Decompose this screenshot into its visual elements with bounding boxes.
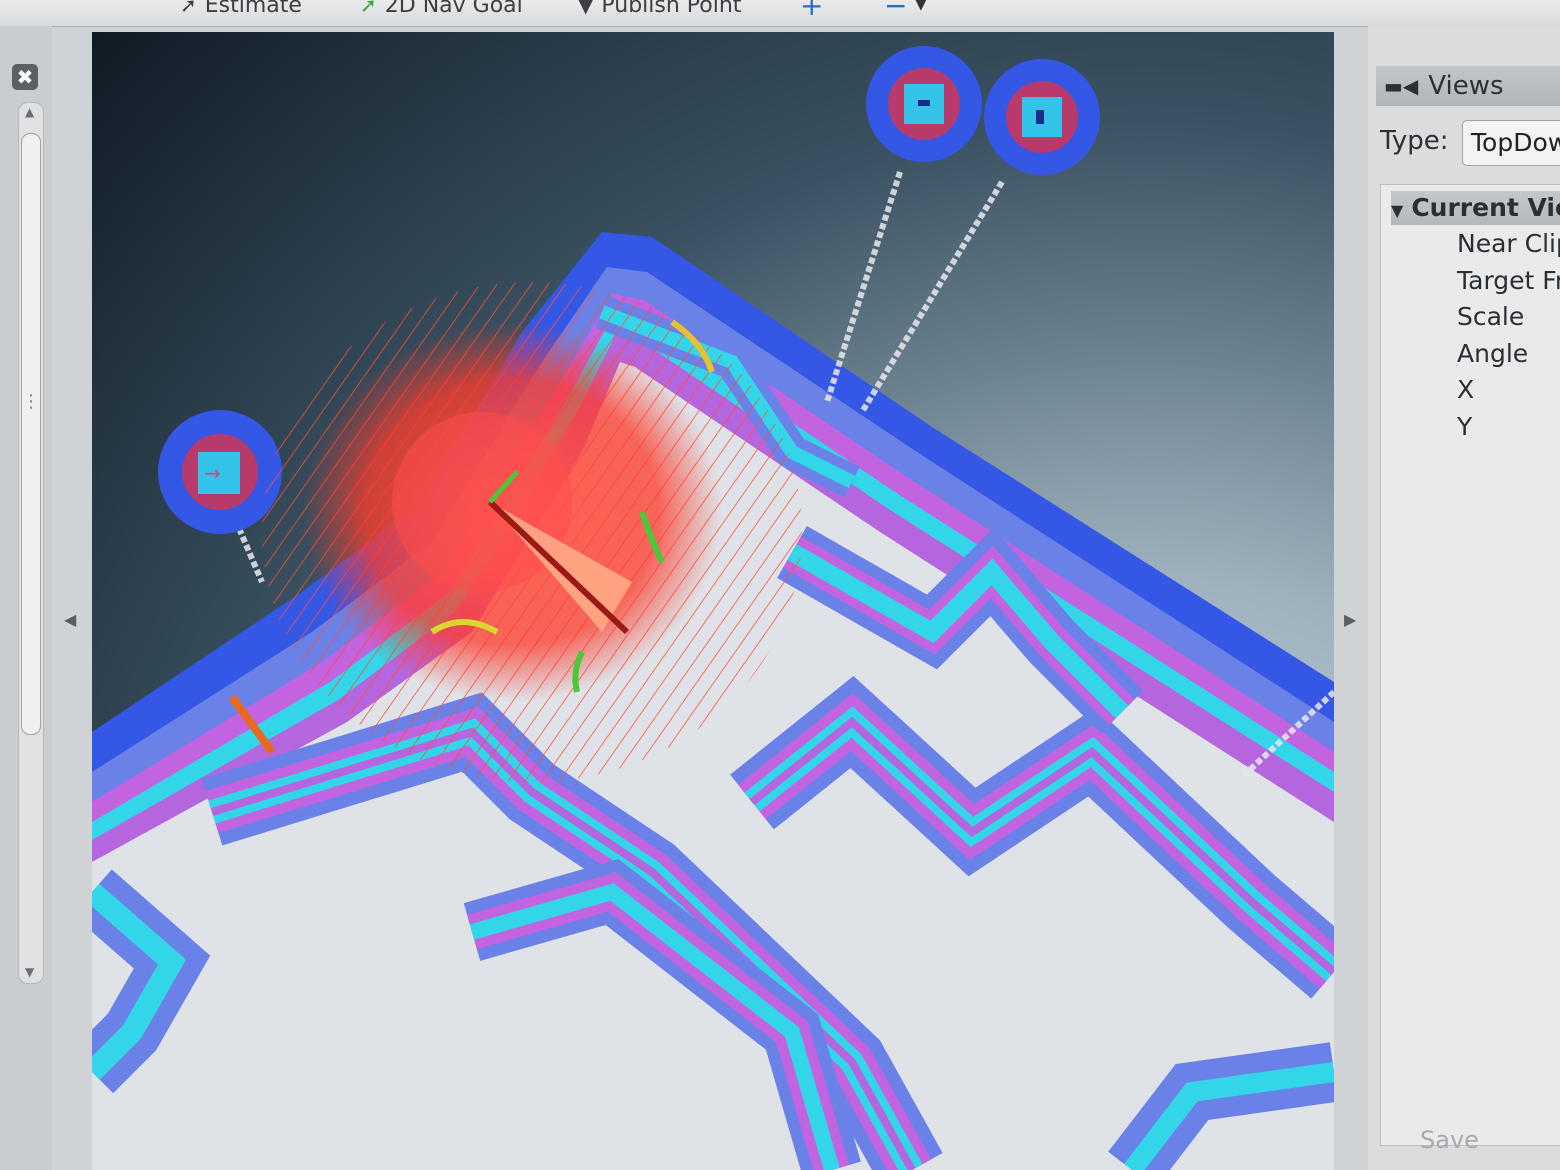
- current-view-label: Current View: [1411, 193, 1560, 222]
- displays-panel-collapsed: ✖ ▲ ▼ ⋮: [0, 26, 52, 1170]
- current-view-row[interactable]: ▼ Current View: [1391, 191, 1560, 225]
- property-near-clip[interactable]: Near Clip: [1457, 229, 1560, 258]
- nav-goal-tool-button[interactable]: ➚ 2D Nav Goal: [360, 0, 523, 20]
- top-toolbar: ➚ Estimate ➚ 2D Nav Goal ▼ Publish Point…: [0, 0, 1560, 27]
- arrow-icon: ➚: [180, 0, 197, 17]
- property-y[interactable]: Y: [1457, 412, 1472, 441]
- view-type-select[interactable]: TopDownOrtho: [1462, 120, 1560, 166]
- green-arrow-icon: ➚: [360, 0, 377, 17]
- publish-point-tool-button[interactable]: ▼ Publish Point: [578, 0, 741, 20]
- save-button[interactable]: Save: [1420, 1126, 1479, 1154]
- scroll-up-icon[interactable]: ▲: [25, 105, 34, 119]
- property-angle[interactable]: Angle: [1457, 339, 1528, 368]
- property-x[interactable]: X: [1457, 375, 1474, 404]
- close-icon[interactable]: ✖: [12, 64, 38, 90]
- view-properties-tree: ▼ Current View Near Clip Target Frame Sca…: [1380, 184, 1560, 1146]
- property-target-frame[interactable]: Target Frame: [1457, 266, 1560, 295]
- expand-triangle-icon[interactable]: ▼: [1391, 201, 1403, 220]
- nav-goal-tool-label: 2D Nav Goal: [384, 0, 523, 18]
- collapse-left-icon[interactable]: ◀: [64, 610, 76, 629]
- chevron-down-icon: ▼: [915, 0, 927, 13]
- estimate-tool-label: Estimate: [204, 0, 302, 18]
- splitter-handle-icon[interactable]: ⋮: [22, 391, 40, 412]
- scrollbar-thumb[interactable]: [21, 133, 41, 735]
- svg-text:→: →: [204, 461, 221, 485]
- estimate-tool-button[interactable]: ➚ Estimate: [180, 0, 302, 20]
- costmap-render: →: [92, 46, 1334, 1170]
- pin-icon: ▼: [578, 0, 594, 17]
- views-panel-header: ▬◀ Views: [1376, 66, 1560, 106]
- views-panel: ▬◀ Views Type: TopDownOrtho ▼ Current Vie…: [1368, 26, 1560, 1170]
- type-label: Type:: [1380, 126, 1449, 156]
- camera-icon: ▬◀: [1384, 74, 1419, 98]
- add-tool-button[interactable]: +: [800, 0, 824, 22]
- collapse-right-icon[interactable]: ▶: [1344, 610, 1356, 629]
- map-viewport[interactable]: →: [92, 32, 1334, 1170]
- minus-icon: −: [884, 0, 908, 22]
- views-title: Views: [1428, 71, 1504, 101]
- scroll-down-icon[interactable]: ▼: [25, 965, 34, 979]
- publish-point-tool-label: Publish Point: [601, 0, 742, 18]
- remove-tool-button[interactable]: − ▼: [884, 0, 927, 22]
- property-scale[interactable]: Scale: [1457, 302, 1524, 331]
- vertical-scrollbar[interactable]: ▲ ▼: [18, 102, 44, 984]
- plus-icon: +: [800, 0, 824, 22]
